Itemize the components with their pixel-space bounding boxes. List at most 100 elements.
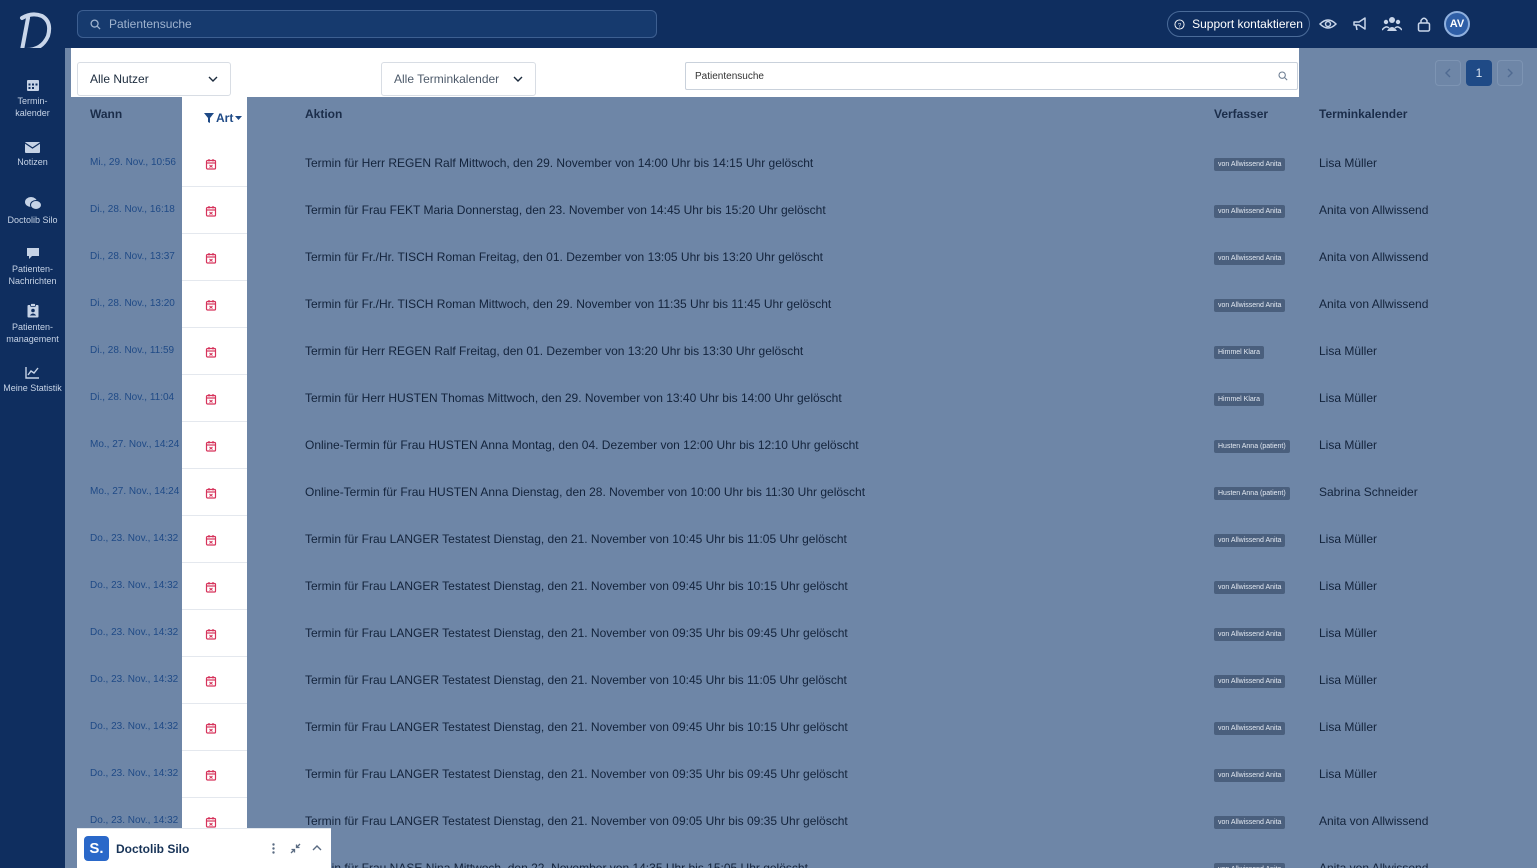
header-terminkalender[interactable]: Terminkalender — [1319, 107, 1407, 121]
cell-verfasser-badge: Husten Anna (patient) — [1214, 440, 1290, 453]
next-page-button[interactable] — [1497, 60, 1523, 86]
cell-wann: Mi., 29. Nov., 10:56 — [90, 157, 176, 168]
cell-aktion: Termin für Frau LANGER Testatest Diensta… — [305, 579, 848, 593]
chevron-up-icon[interactable] — [310, 841, 324, 855]
chart-line-icon — [25, 367, 39, 379]
header-verfasser[interactable]: Verfasser — [1214, 107, 1268, 121]
table-row[interactable]: Di., 28. Nov., 11:04 Termin für Herr HUST… — [65, 375, 1540, 422]
user-filter-select[interactable]: Alle Nutzer — [77, 62, 231, 96]
sidebar-item-meine-statistik[interactable]: Meine Statistik — [0, 366, 65, 394]
sidebar-item-terminkalender[interactable]: Termin- kalender — [0, 78, 65, 119]
sidebar-item-notizen[interactable]: Notizen — [0, 142, 65, 168]
cell-terminkalender: Lisa Müller — [1319, 156, 1378, 170]
svg-text:?: ? — [1178, 22, 1182, 29]
sidebar-label: Notizen — [17, 157, 48, 167]
cell-wann: Do., 23. Nov., 14:32 — [90, 721, 179, 732]
lock-icon[interactable] — [1413, 13, 1435, 35]
page-1-button[interactable]: 1 — [1466, 60, 1492, 86]
search-icon — [90, 18, 101, 30]
log-search-input[interactable]: Patientensuche — [685, 62, 1298, 90]
cell-wann: Do., 23. Nov., 14:32 — [90, 533, 179, 544]
cell-aktion: Online-Termin für Frau HUSTEN Anna Monta… — [305, 438, 859, 452]
sidebar-item-doctolib-silo[interactable]: Doctolib Silo — [0, 196, 65, 226]
cell-verfasser-badge: Husten Anna (patient) — [1214, 487, 1290, 500]
collapse-arrows-icon[interactable] — [288, 841, 302, 855]
cell-wann: Do., 23. Nov., 14:32 — [90, 674, 179, 685]
table-row[interactable]: Di., 28. Nov., 13:37 Termin für Fr./Hr. T… — [65, 234, 1540, 281]
calendar-delete-icon — [205, 439, 217, 452]
cell-terminkalender: Lisa Müller — [1319, 767, 1378, 781]
table-row[interactable]: Di., 28. Nov., 13:20 Termin für Fr./Hr. T… — [65, 281, 1540, 328]
cell-verfasser-badge: von Allwissend Anita — [1214, 534, 1286, 547]
user-filter-value: Alle Nutzer — [90, 72, 149, 86]
mail-icon — [25, 142, 40, 153]
prev-page-button[interactable] — [1435, 60, 1461, 86]
cell-aktion: Termin für Frau LANGER Testatest Diensta… — [305, 626, 848, 640]
chevron-right-icon — [1507, 68, 1513, 78]
calendar-delete-icon — [205, 627, 217, 640]
cell-verfasser-badge: von Allwissend Anita — [1214, 769, 1286, 782]
support-label: Support kontaktieren — [1192, 17, 1303, 31]
cell-verfasser-badge: von Allwissend Anita — [1214, 205, 1286, 218]
cell-terminkalender: Lisa Müller — [1319, 532, 1378, 546]
calendar-delete-icon — [205, 251, 217, 264]
silo-logo: S. — [84, 836, 109, 861]
cell-terminkalender: Lisa Müller — [1319, 579, 1378, 593]
table-row[interactable]: Mo., 27. Nov., 14:24 Online-Termin für Fr… — [65, 469, 1540, 516]
calendar-delete-icon — [205, 721, 217, 734]
art-header-label: Art — [216, 111, 234, 125]
art-filter-header[interactable]: Art — [204, 111, 243, 125]
doctolib-silo-widget[interactable]: S. Doctolib Silo — [77, 828, 331, 868]
eye-icon[interactable] — [1317, 13, 1339, 35]
patient-search-placeholder: Patientensuche — [109, 17, 192, 31]
support-button[interactable]: ? Support kontaktieren — [1167, 11, 1310, 37]
table-row[interactable]: Do., 23. Nov., 14:32 Termin für Frau LANG… — [65, 563, 1540, 610]
cell-aktion: Termin für Frau LANGER Testatest Diensta… — [305, 673, 847, 687]
table-row[interactable]: Do., 23. Nov., 14:32 Termin für Frau LANG… — [65, 657, 1540, 704]
table-row[interactable]: Mo., 27. Nov., 14:24 Online-Termin für Fr… — [65, 422, 1540, 469]
table-row[interactable]: Do., 23. Nov., 14:32 Termin für Frau LANG… — [65, 704, 1540, 751]
header-aktion[interactable]: Aktion — [305, 107, 342, 121]
calendar-delete-icon — [205, 298, 217, 311]
team-icon[interactable] — [1381, 13, 1403, 35]
cell-verfasser-badge: von Allwissend Anita — [1214, 252, 1286, 265]
table-row[interactable]: Di., 28. Nov., 16:18 Termin für Frau FEKT… — [65, 187, 1540, 234]
cell-terminkalender: Anita von Allwissend — [1319, 203, 1429, 217]
clipboard-icon — [27, 303, 38, 318]
user-avatar[interactable]: AV — [1444, 11, 1470, 37]
table-row[interactable]: Do., 23. Nov., 14:32 Termin für Frau LANG… — [65, 751, 1540, 798]
cell-wann: Do., 23. Nov., 14:32 — [90, 627, 179, 638]
megaphone-icon[interactable] — [1349, 13, 1371, 35]
sidebar-item-patientenmanagement[interactable]: Patienten- management — [0, 303, 65, 345]
cell-verfasser-badge: von Allwissend Anita — [1214, 581, 1286, 594]
chevron-down-icon — [513, 76, 523, 82]
calendar-delete-icon — [205, 392, 217, 405]
header-wann[interactable]: Wann — [90, 107, 122, 121]
filter-panel: Alle Nutzer Alle Terminkalender Patiente… — [71, 48, 1299, 97]
table-row[interactable]: Mi., 29. Nov., 10:56 Termin für Herr REGE… — [65, 140, 1540, 187]
cell-aktion: Termin für Frau LANGER Testatest Diensta… — [305, 720, 848, 734]
cell-aktion: Termin für Fr./Hr. TISCH Roman Mittwoch,… — [305, 297, 832, 311]
sidebar-item-patienten-nachrichten[interactable]: Patienten- Nachrichten — [0, 247, 65, 287]
cell-terminkalender: Lisa Müller — [1319, 673, 1378, 687]
sidebar-label: Doctolib Silo — [7, 215, 58, 225]
cell-verfasser-badge: von Allwissend Anita — [1214, 816, 1286, 829]
calendar-icon — [26, 80, 39, 91]
calendar-filter-value: Alle Terminkalender — [394, 72, 500, 86]
cell-wann: Mo., 27. Nov., 14:24 — [90, 439, 180, 450]
log-search-placeholder: Patientensuche — [695, 70, 764, 82]
cell-verfasser-badge: Himmel Klara — [1214, 346, 1265, 359]
cell-terminkalender: Anita von Allwissend — [1319, 297, 1429, 311]
patient-search-input[interactable]: Patientensuche — [77, 10, 657, 38]
cell-wann: Do., 23. Nov., 14:32 — [90, 768, 179, 779]
more-vertical-icon[interactable] — [266, 841, 280, 855]
table-row[interactable]: Di., 28. Nov., 11:59 Termin für Herr REGE… — [65, 328, 1540, 375]
cell-verfasser-badge: von Allwissend Anita — [1214, 863, 1286, 868]
cell-wann: Di., 28. Nov., 13:37 — [90, 251, 175, 262]
table-row[interactable]: Do., 23. Nov., 14:32 Termin für Frau LANG… — [65, 516, 1540, 563]
cell-verfasser-badge: von Allwissend Anita — [1214, 722, 1286, 735]
table-row[interactable]: Do., 23. Nov., 14:32 Termin für Frau LANG… — [65, 610, 1540, 657]
calendar-delete-icon — [205, 157, 217, 170]
cell-aktion: Termin für Herr REGEN Ralf Freitag, den … — [305, 344, 804, 358]
calendar-filter-select[interactable]: Alle Terminkalender — [381, 62, 536, 96]
